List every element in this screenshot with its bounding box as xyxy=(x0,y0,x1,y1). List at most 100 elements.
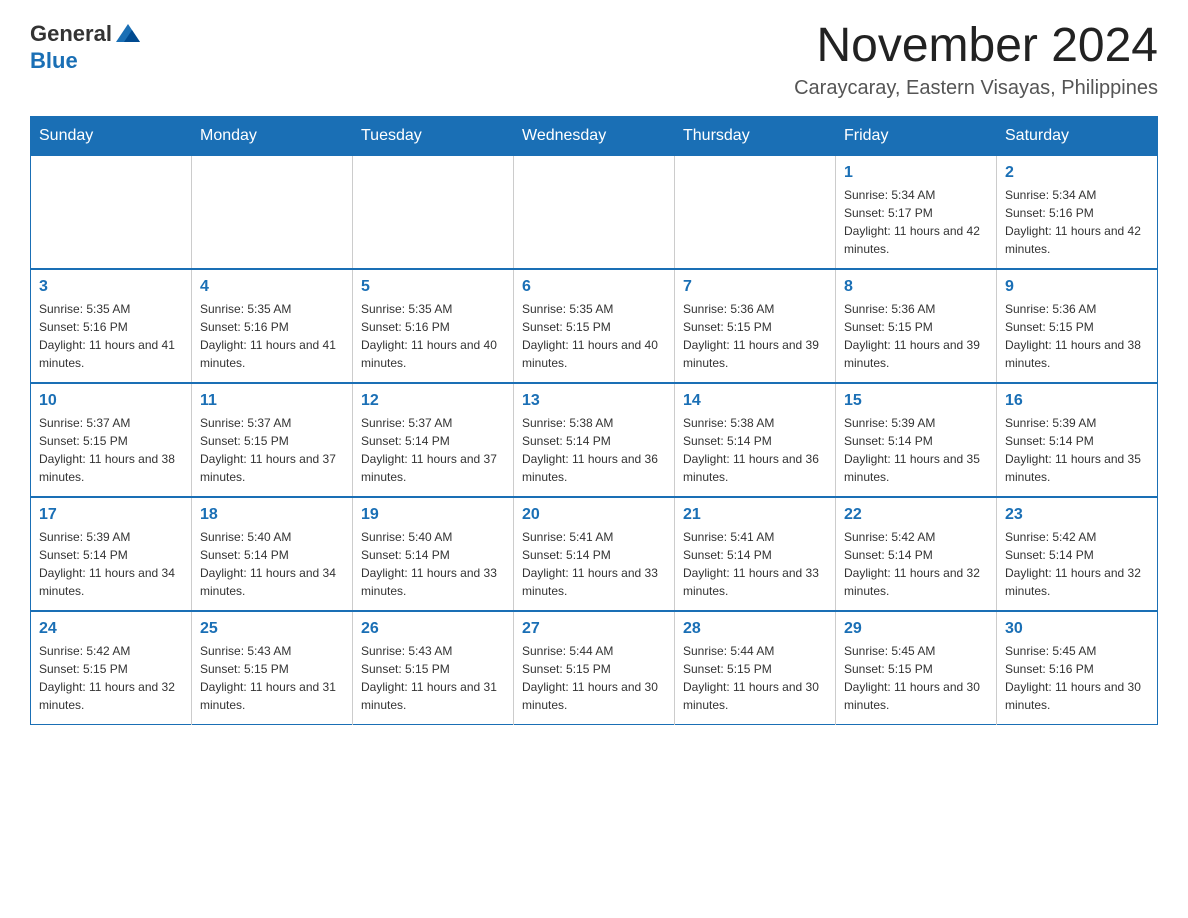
logo-blue-text: Blue xyxy=(30,48,78,74)
day-info: Sunrise: 5:37 AMSunset: 5:15 PMDaylight:… xyxy=(39,414,183,486)
day-number: 12 xyxy=(361,392,505,410)
title-area: November 2024 Caraycaray, Eastern Visaya… xyxy=(794,20,1158,100)
day-info: Sunrise: 5:38 AMSunset: 5:14 PMDaylight:… xyxy=(522,414,666,486)
day-number: 17 xyxy=(39,506,183,524)
weekday-header-friday: Friday xyxy=(836,116,997,155)
calendar-week-row: 10 Sunrise: 5:37 AMSunset: 5:15 PMDayligh… xyxy=(31,383,1158,497)
day-info: Sunrise: 5:35 AMSunset: 5:16 PMDaylight:… xyxy=(39,300,183,372)
weekday-header-saturday: Saturday xyxy=(997,116,1158,155)
calendar-cell: 9 Sunrise: 5:36 AMSunset: 5:15 PMDaylight… xyxy=(997,269,1158,383)
calendar-cell: 26 Sunrise: 5:43 AMSunset: 5:15 PMDayligh… xyxy=(353,611,514,725)
calendar-cell: 11 Sunrise: 5:37 AMSunset: 5:15 PMDayligh… xyxy=(192,383,353,497)
day-info: Sunrise: 5:42 AMSunset: 5:14 PMDaylight:… xyxy=(1005,528,1149,600)
logo-general-text: General xyxy=(30,21,112,47)
calendar-cell: 21 Sunrise: 5:41 AMSunset: 5:14 PMDayligh… xyxy=(675,497,836,611)
calendar-week-row: 24 Sunrise: 5:42 AMSunset: 5:15 PMDayligh… xyxy=(31,611,1158,725)
calendar-cell: 28 Sunrise: 5:44 AMSunset: 5:15 PMDayligh… xyxy=(675,611,836,725)
day-number: 5 xyxy=(361,278,505,296)
weekday-header-tuesday: Tuesday xyxy=(353,116,514,155)
day-number: 14 xyxy=(683,392,827,410)
day-number: 18 xyxy=(200,506,344,524)
calendar-cell: 19 Sunrise: 5:40 AMSunset: 5:14 PMDayligh… xyxy=(353,497,514,611)
day-info: Sunrise: 5:43 AMSunset: 5:15 PMDaylight:… xyxy=(200,642,344,714)
day-number: 25 xyxy=(200,620,344,638)
day-info: Sunrise: 5:36 AMSunset: 5:15 PMDaylight:… xyxy=(1005,300,1149,372)
day-number: 2 xyxy=(1005,164,1149,182)
calendar-cell: 13 Sunrise: 5:38 AMSunset: 5:14 PMDayligh… xyxy=(514,383,675,497)
day-number: 20 xyxy=(522,506,666,524)
day-info: Sunrise: 5:39 AMSunset: 5:14 PMDaylight:… xyxy=(39,528,183,600)
calendar-cell xyxy=(192,155,353,269)
calendar-cell xyxy=(675,155,836,269)
calendar-cell: 3 Sunrise: 5:35 AMSunset: 5:16 PMDaylight… xyxy=(31,269,192,383)
calendar-cell: 25 Sunrise: 5:43 AMSunset: 5:15 PMDayligh… xyxy=(192,611,353,725)
day-number: 7 xyxy=(683,278,827,296)
day-info: Sunrise: 5:36 AMSunset: 5:15 PMDaylight:… xyxy=(844,300,988,372)
calendar-cell: 29Sunrise: 5:45 AMSunset: 5:15 PMDayligh… xyxy=(836,611,997,725)
calendar-cell: 24 Sunrise: 5:42 AMSunset: 5:15 PMDayligh… xyxy=(31,611,192,725)
weekday-header-sunday: Sunday xyxy=(31,116,192,155)
day-info: Sunrise: 5:34 AMSunset: 5:17 PMDaylight:… xyxy=(844,186,988,258)
calendar-cell: 18 Sunrise: 5:40 AMSunset: 5:14 PMDayligh… xyxy=(192,497,353,611)
calendar-table: SundayMondayTuesdayWednesdayThursdayFrid… xyxy=(30,116,1158,725)
day-number: 24 xyxy=(39,620,183,638)
day-number: 19 xyxy=(361,506,505,524)
day-number: 26 xyxy=(361,620,505,638)
day-info: Sunrise: 5:40 AMSunset: 5:14 PMDaylight:… xyxy=(361,528,505,600)
day-number: 21 xyxy=(683,506,827,524)
calendar-week-row: 3 Sunrise: 5:35 AMSunset: 5:16 PMDaylight… xyxy=(31,269,1158,383)
location-subtitle: Caraycaray, Eastern Visayas, Philippines xyxy=(794,77,1158,100)
calendar-cell: 27 Sunrise: 5:44 AMSunset: 5:15 PMDayligh… xyxy=(514,611,675,725)
calendar-cell: 4 Sunrise: 5:35 AMSunset: 5:16 PMDaylight… xyxy=(192,269,353,383)
day-number: 8 xyxy=(844,278,988,296)
day-info: Sunrise: 5:39 AMSunset: 5:14 PMDaylight:… xyxy=(1005,414,1149,486)
day-info: Sunrise: 5:37 AMSunset: 5:14 PMDaylight:… xyxy=(361,414,505,486)
day-info: Sunrise: 5:39 AMSunset: 5:14 PMDaylight:… xyxy=(844,414,988,486)
day-number: 30 xyxy=(1005,620,1149,638)
day-info: Sunrise: 5:45 AMSunset: 5:16 PMDaylight:… xyxy=(1005,642,1149,714)
day-info: Sunrise: 5:43 AMSunset: 5:15 PMDaylight:… xyxy=(361,642,505,714)
day-number: 10 xyxy=(39,392,183,410)
day-number: 27 xyxy=(522,620,666,638)
calendar-cell: 12 Sunrise: 5:37 AMSunset: 5:14 PMDayligh… xyxy=(353,383,514,497)
calendar-cell: 1 Sunrise: 5:34 AMSunset: 5:17 PMDaylight… xyxy=(836,155,997,269)
calendar-cell: 23 Sunrise: 5:42 AMSunset: 5:14 PMDayligh… xyxy=(997,497,1158,611)
weekday-header-thursday: Thursday xyxy=(675,116,836,155)
day-number: 15 xyxy=(844,392,988,410)
calendar-cell: 5 Sunrise: 5:35 AMSunset: 5:16 PMDaylight… xyxy=(353,269,514,383)
day-info: Sunrise: 5:34 AMSunset: 5:16 PMDaylight:… xyxy=(1005,186,1149,258)
day-info: Sunrise: 5:40 AMSunset: 5:14 PMDaylight:… xyxy=(200,528,344,600)
day-number: 4 xyxy=(200,278,344,296)
calendar-cell: 17 Sunrise: 5:39 AMSunset: 5:14 PMDayligh… xyxy=(31,497,192,611)
day-info: Sunrise: 5:42 AMSunset: 5:15 PMDaylight:… xyxy=(39,642,183,714)
day-number: 23 xyxy=(1005,506,1149,524)
day-number: 29 xyxy=(844,620,988,638)
calendar-week-row: 17 Sunrise: 5:39 AMSunset: 5:14 PMDayligh… xyxy=(31,497,1158,611)
day-info: Sunrise: 5:44 AMSunset: 5:15 PMDaylight:… xyxy=(522,642,666,714)
day-info: Sunrise: 5:35 AMSunset: 5:15 PMDaylight:… xyxy=(522,300,666,372)
calendar-week-row: 1 Sunrise: 5:34 AMSunset: 5:17 PMDaylight… xyxy=(31,155,1158,269)
day-number: 13 xyxy=(522,392,666,410)
day-info: Sunrise: 5:37 AMSunset: 5:15 PMDaylight:… xyxy=(200,414,344,486)
day-number: 1 xyxy=(844,164,988,182)
day-info: Sunrise: 5:35 AMSunset: 5:16 PMDaylight:… xyxy=(361,300,505,372)
day-info: Sunrise: 5:41 AMSunset: 5:14 PMDaylight:… xyxy=(683,528,827,600)
day-number: 22 xyxy=(844,506,988,524)
day-number: 28 xyxy=(683,620,827,638)
day-number: 11 xyxy=(200,392,344,410)
calendar-cell: 6Sunrise: 5:35 AMSunset: 5:15 PMDaylight… xyxy=(514,269,675,383)
day-info: Sunrise: 5:44 AMSunset: 5:15 PMDaylight:… xyxy=(683,642,827,714)
day-number: 3 xyxy=(39,278,183,296)
calendar-header-row: SundayMondayTuesdayWednesdayThursdayFrid… xyxy=(31,116,1158,155)
day-number: 9 xyxy=(1005,278,1149,296)
calendar-cell: 14 Sunrise: 5:38 AMSunset: 5:14 PMDayligh… xyxy=(675,383,836,497)
calendar-cell: 7Sunrise: 5:36 AMSunset: 5:15 PMDaylight… xyxy=(675,269,836,383)
day-info: Sunrise: 5:35 AMSunset: 5:16 PMDaylight:… xyxy=(200,300,344,372)
weekday-header-monday: Monday xyxy=(192,116,353,155)
calendar-cell xyxy=(514,155,675,269)
logo-triangle-icon xyxy=(114,20,142,48)
day-info: Sunrise: 5:41 AMSunset: 5:14 PMDaylight:… xyxy=(522,528,666,600)
day-info: Sunrise: 5:42 AMSunset: 5:14 PMDaylight:… xyxy=(844,528,988,600)
day-info: Sunrise: 5:38 AMSunset: 5:14 PMDaylight:… xyxy=(683,414,827,486)
calendar-cell: 20 Sunrise: 5:41 AMSunset: 5:14 PMDayligh… xyxy=(514,497,675,611)
